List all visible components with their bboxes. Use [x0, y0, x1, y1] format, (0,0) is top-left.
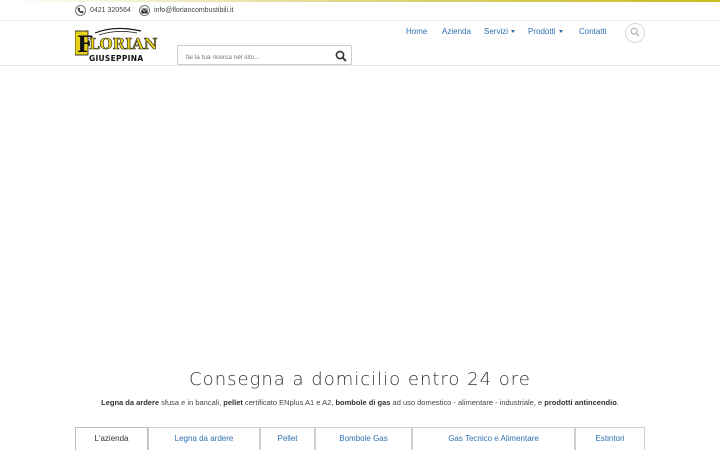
- florian-logo[interactable]: F LORIAN GIUSEPPINA: [74, 27, 163, 63]
- email-contact[interactable]: info@floriancombustibili.it: [139, 5, 233, 16]
- nav-contatti-label: Contatti: [579, 27, 607, 36]
- caret-down-icon: [511, 30, 516, 34]
- email-address: info@floriancombustibili.it: [154, 7, 234, 14]
- envelope-icon: [139, 5, 150, 16]
- nav-prodotti-label: Prodotti: [528, 27, 556, 36]
- nav-servizi[interactable]: Servizi: [484, 27, 516, 36]
- header-search-button[interactable]: [625, 23, 645, 43]
- summary-text-2: certificato ENplus A1 e A2,: [242, 398, 336, 407]
- search-icon: [630, 24, 640, 42]
- nav-azienda-label: Azienda: [442, 27, 471, 36]
- summary-antincendio: prodotti antincendio: [544, 398, 617, 407]
- summary-text-1: sfusa e in bancali,: [159, 398, 224, 407]
- svg-text:GIUSEPPINA: GIUSEPPINA: [89, 54, 143, 63]
- tab-estintori[interactable]: Estintori: [575, 427, 645, 450]
- nav-home[interactable]: Home: [406, 27, 427, 36]
- search-input[interactable]: [178, 48, 328, 67]
- search-icon[interactable]: [335, 49, 347, 62]
- hero-slider: [0, 67, 720, 357]
- page-headline: Consegna a domicilio entro 24 ore: [189, 369, 531, 390]
- summary-pellet: pellet: [223, 398, 243, 407]
- tab-bombole-gas[interactable]: Bombole Gas: [315, 427, 412, 450]
- phone-number: 0421 320564: [90, 7, 131, 14]
- tab-gas-tecnico[interactable]: Gas Tecnico e Alimentare: [412, 427, 575, 450]
- site-header: F LORIAN GIUSEPPINA: [0, 20, 720, 67]
- phone-icon: [75, 5, 86, 16]
- summary-bombole: bombole di gas: [335, 398, 391, 407]
- tab-pellet[interactable]: Pellet: [260, 427, 315, 450]
- section-tabs: L'azienda Legna da ardere Pellet Bombole…: [75, 427, 645, 450]
- summary-legna: Legna da ardere: [101, 398, 160, 407]
- nav-prodotti[interactable]: Prodotti: [528, 27, 563, 36]
- contact-bar: 0421 320564 info@floriancombustibili.it: [0, 2, 720, 20]
- services-summary: Legna da ardere sfusa e in bancali, pell…: [0, 398, 720, 407]
- summary-text-3: ad uso domestico - alimentare - industri…: [390, 398, 545, 407]
- nav-contatti[interactable]: Contatti: [579, 27, 607, 36]
- phone-contact[interactable]: 0421 320564: [75, 5, 131, 16]
- caret-down-icon: [558, 30, 563, 34]
- nav-azienda[interactable]: Azienda: [442, 27, 471, 36]
- nav-servizi-label: Servizi: [484, 27, 509, 36]
- tab-legna[interactable]: Legna da ardere: [148, 427, 260, 450]
- tab-azienda[interactable]: L'azienda: [75, 427, 148, 450]
- summary-text-4: .: [616, 398, 619, 407]
- nav-home-label: Home: [406, 27, 428, 36]
- site-search[interactable]: [177, 45, 352, 67]
- svg-text:LORIAN: LORIAN: [89, 35, 158, 53]
